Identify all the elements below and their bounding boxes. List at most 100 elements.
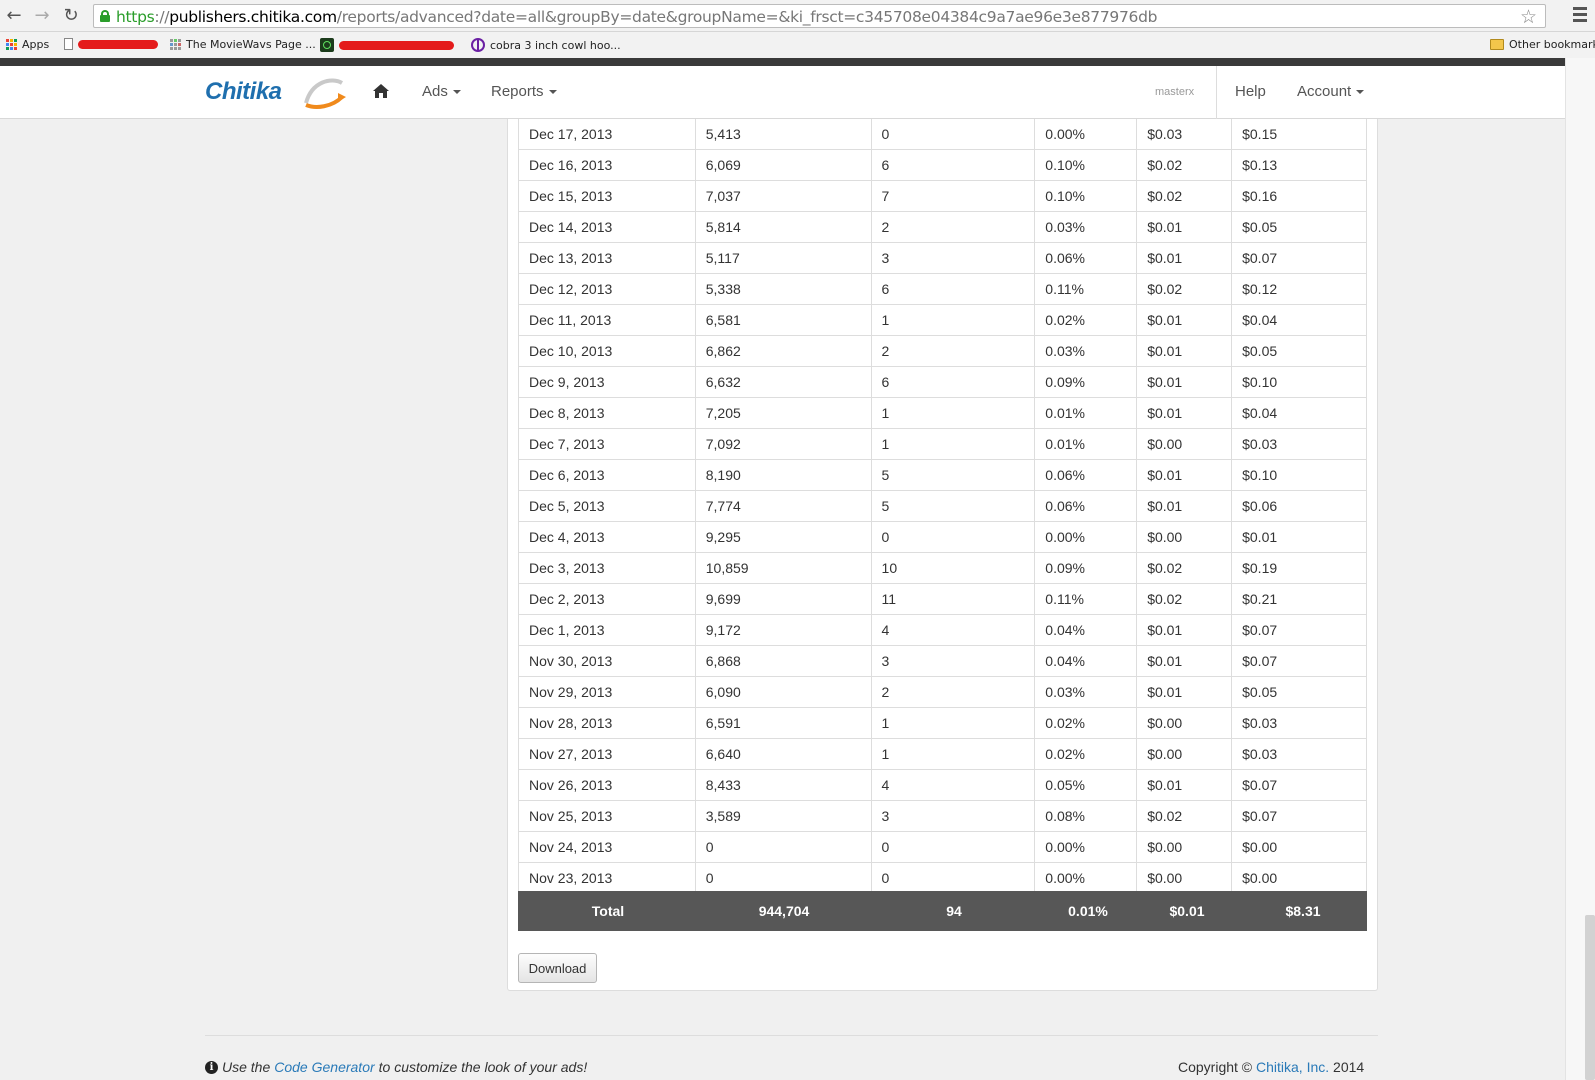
cell-impressions: 5,338	[694, 272, 872, 305]
cell-date: Nov 28, 2013	[518, 706, 696, 739]
cell-ecpm: $0.02	[1136, 272, 1233, 305]
cell-date: Dec 14, 2013	[518, 210, 696, 243]
bookmark-other[interactable]: Other bookmarks	[1490, 38, 1595, 51]
home-icon[interactable]	[372, 83, 390, 99]
cell-clicks: 11	[870, 582, 1036, 615]
site-icon	[170, 39, 181, 50]
cell-impressions: 3,589	[694, 799, 872, 832]
cell-impressions: 5,413	[694, 119, 872, 150]
cell-revenue: $0.16	[1231, 179, 1367, 212]
nav-ads[interactable]: Ads	[422, 83, 461, 100]
cell-clicks: 1	[870, 427, 1036, 460]
cell-clicks: 2	[870, 334, 1036, 367]
address-bar[interactable]: https://publishers.chitika.com/reports/a…	[93, 4, 1546, 28]
nav-divider	[1216, 66, 1217, 119]
bookmark-apps[interactable]: Apps	[6, 38, 49, 51]
chitika-logo[interactable]: Chitika	[205, 78, 282, 106]
nav-reports[interactable]: Reports	[491, 83, 557, 100]
cell-ctr: 0.09%	[1034, 551, 1138, 584]
cell-ctr: 0.06%	[1034, 489, 1138, 522]
nav-account-label: Account	[1297, 83, 1352, 100]
code-generator-link[interactable]: Code Generator	[274, 1059, 374, 1075]
cell-date: Nov 26, 2013	[518, 768, 696, 801]
table-row: Dec 2, 2013 9,699 11 0.11% $0.02 $0.21	[518, 582, 1367, 615]
chitika-inc-link[interactable]: Chitika, Inc.	[1256, 1059, 1329, 1075]
cell-impressions: 8,190	[694, 458, 872, 491]
table-row: Dec 15, 2013 7,037 7 0.10% $0.02 $0.16	[518, 179, 1367, 212]
cell-ecpm: $0.00	[1136, 830, 1233, 863]
table-row: Dec 5, 2013 7,774 5 0.06% $0.01 $0.06	[518, 489, 1367, 522]
cell-ctr: 0.11%	[1034, 272, 1138, 305]
cell-ctr: 0.03%	[1034, 334, 1138, 367]
cell-date: Nov 25, 2013	[518, 799, 696, 832]
cell-date: Dec 8, 2013	[518, 396, 696, 429]
cell-clicks: 2	[870, 675, 1036, 708]
cell-revenue: $0.12	[1231, 272, 1367, 305]
bookmark-redacted-1[interactable]	[64, 38, 158, 50]
back-arrow-icon[interactable]: ←	[4, 6, 24, 26]
cell-revenue: $0.03	[1231, 706, 1367, 739]
cell-revenue: $0.03	[1231, 427, 1367, 460]
bookmark-moviewavs[interactable]: The MovieWavs Page ...	[170, 38, 316, 51]
cell-revenue: $0.07	[1231, 799, 1367, 832]
table-row: Dec 16, 2013 6,069 6 0.10% $0.02 $0.13	[518, 148, 1367, 181]
cell-ctr: 0.03%	[1034, 675, 1138, 708]
cell-ecpm: $0.01	[1136, 768, 1233, 801]
cell-clicks: 0	[870, 861, 1036, 894]
download-button[interactable]: Download	[518, 953, 597, 983]
cell-clicks: 0	[870, 830, 1036, 863]
cell-ctr: 0.00%	[1034, 830, 1138, 863]
cell-revenue: $0.07	[1231, 644, 1367, 677]
cell-date: Nov 30, 2013	[518, 644, 696, 677]
scrollbar-thumb[interactable]	[1585, 915, 1595, 1080]
cell-ctr: 0.06%	[1034, 241, 1138, 274]
cell-ecpm: $0.01	[1136, 489, 1233, 522]
cell-revenue: $0.13	[1231, 148, 1367, 181]
page-icon	[64, 38, 73, 50]
copyright-label: Copyright ©	[1178, 1059, 1253, 1075]
cell-date: Dec 3, 2013	[518, 551, 696, 584]
cell-date: Dec 2, 2013	[518, 582, 696, 615]
cell-ctr: 0.08%	[1034, 799, 1138, 832]
cell-ecpm: $0.00	[1136, 706, 1233, 739]
site-icon	[320, 38, 334, 52]
nav-account[interactable]: Account	[1297, 83, 1365, 100]
table-row: Dec 8, 2013 7,205 1 0.01% $0.01 $0.04	[518, 396, 1367, 429]
cell-ctr: 0.05%	[1034, 768, 1138, 801]
cell-ecpm: $0.01	[1136, 303, 1233, 336]
table-row: Dec 10, 2013 6,862 2 0.03% $0.01 $0.05	[518, 334, 1367, 367]
cell-revenue: $0.00	[1231, 861, 1367, 894]
cell-impressions: 10,859	[694, 551, 872, 584]
cell-ctr: 0.04%	[1034, 644, 1138, 677]
cell-impressions: 7,774	[694, 489, 872, 522]
total-ctr: 0.01%	[1068, 903, 1108, 919]
cell-clicks: 6	[870, 148, 1036, 181]
total-ecpm: $0.01	[1169, 903, 1205, 919]
total-clicks: 94	[946, 903, 962, 919]
cell-date: Nov 27, 2013	[518, 737, 696, 770]
forward-arrow-icon[interactable]: →	[32, 6, 52, 26]
cell-revenue: $0.05	[1231, 334, 1367, 367]
bookmark-redacted-2[interactable]	[320, 38, 454, 52]
chrome-menu-icon[interactable]	[1573, 7, 1587, 25]
cell-ctr: 0.06%	[1034, 458, 1138, 491]
nav-help[interactable]: Help	[1235, 83, 1266, 100]
url-text[interactable]: https://publishers.chitika.com/reports/a…	[116, 8, 1157, 26]
reload-icon[interactable]: ↻	[61, 6, 81, 26]
nav-ads-label: Ads	[422, 83, 448, 100]
page-top-strip	[0, 58, 1565, 66]
footer-tip-suffix: to customize the look of your ads!	[378, 1059, 588, 1075]
bookmark-star-icon[interactable]: ☆	[1520, 6, 1537, 28]
cell-ecpm: $0.01	[1136, 458, 1233, 491]
table-row: Nov 26, 2013 8,433 4 0.05% $0.01 $0.07	[518, 768, 1367, 801]
cell-impressions: 7,037	[694, 179, 872, 212]
cell-ctr: 0.02%	[1034, 303, 1138, 336]
cell-ecpm: $0.02	[1136, 799, 1233, 832]
cell-date: Dec 15, 2013	[518, 179, 696, 212]
bookmark-cobra[interactable]: cobra 3 inch cowl hoo...	[471, 38, 621, 52]
cell-date: Dec 7, 2013	[518, 427, 696, 460]
cell-ctr: 0.09%	[1034, 365, 1138, 398]
peace-icon	[471, 38, 485, 52]
cell-ecpm: $0.02	[1136, 582, 1233, 615]
bookmark-moviewavs-label: The MovieWavs Page ...	[186, 38, 316, 51]
